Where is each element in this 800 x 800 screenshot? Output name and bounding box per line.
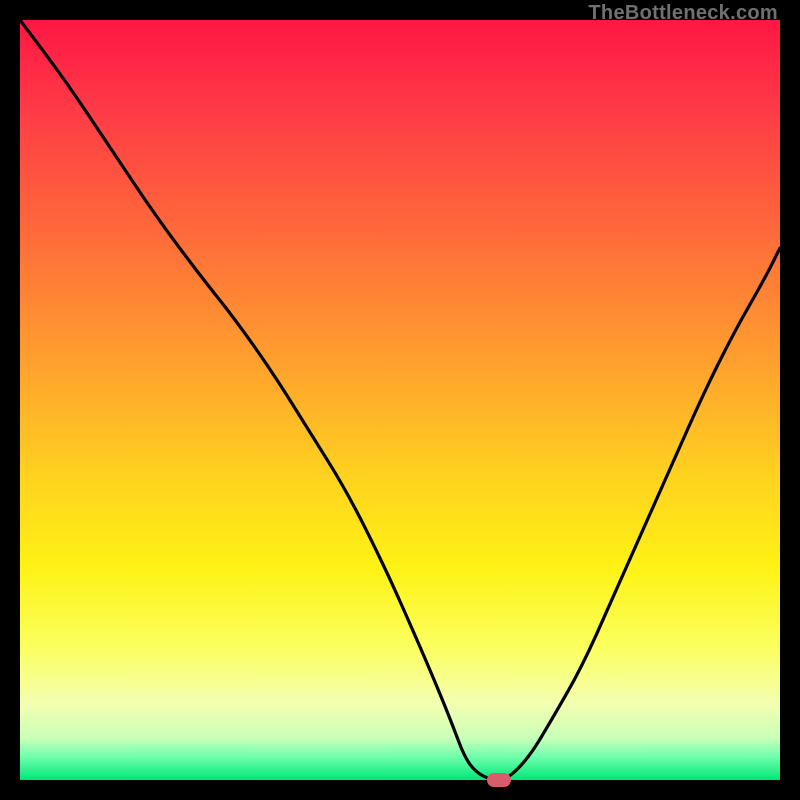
plot-area [20,20,780,780]
bottleneck-curve [20,20,780,780]
chart-frame: TheBottleneck.com [0,0,800,800]
optimal-marker [487,773,511,787]
attribution-text: TheBottleneck.com [588,2,778,25]
